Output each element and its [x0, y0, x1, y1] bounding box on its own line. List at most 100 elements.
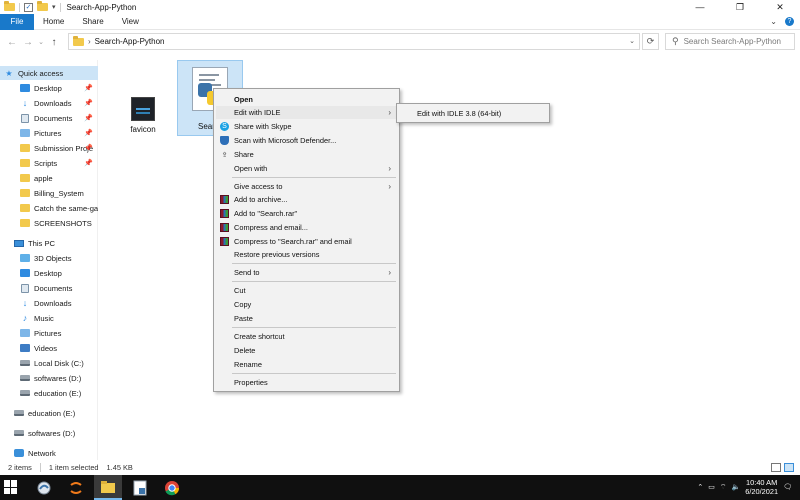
sidebar-item-3d-objects[interactable]: 3D Objects — [0, 251, 98, 265]
menu-item-share[interactable]: ⇪ Share — [216, 148, 397, 161]
sidebar-item-submission-projects[interactable]: Submission Proje 📌 — [0, 141, 98, 155]
address-bar[interactable]: › Search-App-Python ⌄ — [68, 33, 640, 50]
taskbar: ⌃ ▭ ⌔ 🔈 10:40 AM 6/20/2021 🗨 — [0, 475, 800, 500]
menu-item-rename[interactable]: Rename — [216, 358, 397, 371]
menu-item-paste[interactable]: Paste — [216, 312, 397, 325]
tab-home[interactable]: Home — [34, 17, 73, 26]
file-item-favicon[interactable]: favicon — [125, 97, 161, 134]
sidebar-item-desktop[interactable]: Desktop 📌 — [0, 81, 98, 95]
pin-icon[interactable]: 📌 — [84, 114, 93, 122]
sidebar-item-scripts[interactable]: Scripts 📌 — [0, 156, 98, 170]
chevron-right-icon: › — [388, 164, 391, 173]
breadcrumb[interactable]: Search-App-Python — [95, 37, 165, 46]
menu-item-delete[interactable]: Delete — [216, 344, 397, 357]
sidebar-item-downloads-pc[interactable]: ↓ Downloads — [0, 296, 98, 310]
sidebar-item-screenshots[interactable]: SCREENSHOTS — [0, 216, 98, 230]
sidebar-item-pictures[interactable]: Pictures 📌 — [0, 126, 98, 140]
notifications-icon[interactable]: 🗨 — [783, 483, 792, 491]
network-icon — [14, 449, 24, 458]
sidebar-item-softwares-d[interactable]: softwares (D:) — [0, 371, 98, 385]
tab-view[interactable]: View — [113, 17, 148, 26]
large-icons-view-icon[interactable] — [784, 463, 794, 472]
sidebar-item-desktop-pc[interactable]: Desktop — [0, 266, 98, 280]
file-explorer-taskbar-icon[interactable] — [94, 475, 122, 500]
sidebar-item-videos[interactable]: Videos — [0, 341, 98, 355]
details-view-icon[interactable] — [771, 463, 781, 472]
new-folder-icon[interactable] — [37, 1, 48, 11]
volume-icon[interactable]: 🔈 — [732, 483, 741, 491]
clock[interactable]: 10:40 AM 6/20/2021 — [745, 478, 778, 496]
tab-share[interactable]: Share — [73, 17, 112, 26]
app-taskbar-icon[interactable] — [62, 475, 90, 500]
up-button[interactable]: ↑ — [46, 37, 62, 48]
menu-item-send-to[interactable]: Send to › — [216, 266, 397, 279]
help-icon[interactable]: ? — [785, 17, 794, 26]
toolbar-divider — [59, 2, 61, 12]
skype-icon: S — [220, 122, 229, 131]
menu-item-copy[interactable]: Copy — [216, 298, 397, 311]
refresh-button[interactable]: ⟳ — [642, 33, 659, 50]
battery-icon[interactable]: ▭ — [708, 483, 715, 491]
menu-item-give-access[interactable]: Give access to › — [216, 180, 397, 193]
sidebar-item-education-e-drive[interactable]: education (E:) — [0, 406, 98, 420]
status-divider — [39, 463, 41, 472]
recent-locations-icon[interactable]: ⌄ — [36, 38, 46, 46]
pictures-icon — [20, 329, 30, 338]
document-taskbar-icon[interactable] — [126, 475, 154, 500]
menu-item-add-to-search-rar[interactable]: Add to "Search.rar" — [216, 207, 397, 220]
sidebar-item-apple[interactable]: apple — [0, 171, 98, 185]
back-button[interactable]: ← — [4, 37, 20, 48]
menu-item-add-to-archive[interactable]: Add to archive... — [216, 193, 397, 206]
sidebar-item-quick-access[interactable]: ★ Quick access — [0, 66, 98, 80]
sidebar-item-network[interactable]: Network — [0, 446, 98, 460]
menu-item-compress-rar-email[interactable]: Compress to "Search.rar" and email — [216, 235, 397, 248]
menu-item-share-with-skype[interactable]: S Share with Skype — [216, 120, 397, 133]
chrome-taskbar-icon[interactable] — [158, 475, 186, 500]
menu-item-cut[interactable]: Cut — [216, 284, 397, 297]
chevron-down-icon[interactable]: ⌄ — [629, 37, 635, 45]
status-bar: 2 items 1 item selected 1.45 KB — [0, 461, 800, 474]
customize-toolbar-icon[interactable]: ▾ — [52, 3, 56, 11]
chevron-down-icon[interactable]: ⌄ — [770, 17, 777, 26]
start-button[interactable] — [4, 480, 18, 494]
sidebar-item-billing-system[interactable]: Billing_System — [0, 186, 98, 200]
view-toggle — [771, 463, 794, 472]
sidebar-item-pictures-pc[interactable]: Pictures — [0, 326, 98, 340]
sidebar-item-music[interactable]: ♪ Music — [0, 311, 98, 325]
menu-item-properties[interactable]: Properties — [216, 376, 397, 389]
forward-button[interactable]: → — [20, 37, 36, 48]
python-idle-taskbar-icon[interactable] — [30, 475, 58, 500]
sidebar-item-documents[interactable]: Documents 📌 — [0, 111, 98, 125]
minimize-button[interactable]: — — [680, 0, 720, 14]
menu-item-scan-defender[interactable]: Scan with Microsoft Defender... — [216, 134, 397, 147]
pin-icon[interactable]: 📌 — [84, 144, 93, 152]
pin-icon[interactable]: 📌 — [84, 129, 93, 137]
pin-icon[interactable]: 📌 — [84, 84, 93, 92]
search-input[interactable] — [683, 37, 794, 46]
chevron-up-icon[interactable]: ⌃ — [697, 483, 703, 491]
sidebar-item-documents-pc[interactable]: Documents — [0, 281, 98, 295]
tab-file[interactable]: File — [0, 13, 34, 30]
close-button[interactable]: ✕ — [760, 0, 800, 14]
menu-divider — [232, 263, 396, 264]
pin-icon[interactable]: 📌 — [84, 159, 93, 167]
menu-item-edit-with-idle[interactable]: Edit with IDLE › — [216, 106, 397, 119]
menu-item-open[interactable]: Open — [216, 93, 397, 106]
sidebar-item-softwares-d-drive[interactable]: softwares (D:) — [0, 426, 98, 440]
sidebar-item-education-e[interactable]: education (E:) — [0, 386, 98, 400]
menu-item-edit-with-idle-38[interactable]: Edit with IDLE 3.8 (64-bit) — [399, 107, 549, 120]
sidebar-item-catch-the-same-game[interactable]: Catch the same-gar — [0, 201, 98, 215]
sidebar-item-this-pc[interactable]: This PC — [0, 236, 98, 250]
menu-item-compress-and-email[interactable]: Compress and email... — [216, 221, 397, 234]
pin-icon[interactable]: 📌 — [84, 99, 93, 107]
status-selected-size: 1.45 KB — [106, 463, 133, 472]
menu-item-create-shortcut[interactable]: Create shortcut — [216, 330, 397, 343]
sidebar-item-downloads[interactable]: ↓ Downloads 📌 — [0, 96, 98, 110]
properties-icon[interactable]: ✓ — [24, 2, 33, 12]
menu-item-restore-previous-versions[interactable]: Restore previous versions — [216, 248, 397, 261]
maximize-button[interactable]: ❐ — [720, 0, 760, 14]
search-box[interactable]: ⚲ — [665, 33, 795, 50]
network-icon[interactable]: ⌔ — [720, 483, 727, 492]
sidebar-item-local-disk-c[interactable]: Local Disk (C:) — [0, 356, 98, 370]
menu-item-open-with[interactable]: Open with › — [216, 162, 397, 175]
